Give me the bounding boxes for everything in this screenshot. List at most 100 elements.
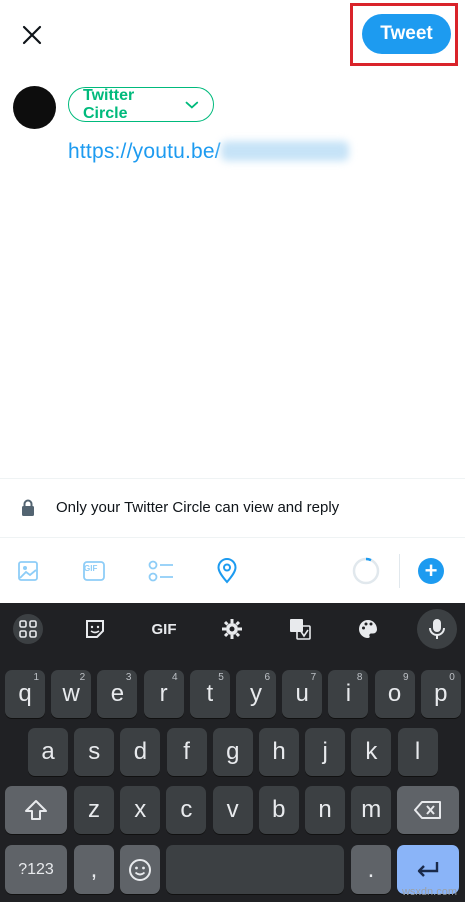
key-e[interactable]: e3 — [97, 670, 138, 718]
key-i[interactable]: i8 — [328, 670, 369, 718]
location-button[interactable] — [212, 556, 242, 586]
key-number-hint: 6 — [264, 672, 270, 683]
key-f[interactable]: f — [166, 728, 207, 776]
shift-icon — [25, 800, 47, 820]
key-x[interactable]: x — [120, 786, 161, 834]
gif-button[interactable]: GIF — [79, 556, 109, 586]
key-label: e — [110, 680, 125, 707]
backspace-key[interactable] — [397, 786, 459, 834]
key-s[interactable]: s — [74, 728, 115, 776]
key-number-hint: 8 — [356, 672, 363, 683]
gif-label: GIF — [84, 564, 98, 573]
media-button[interactable] — [13, 556, 43, 586]
key-label: c — [180, 796, 193, 823]
redacted-link-part — [220, 141, 349, 161]
divider — [0, 537, 465, 538]
key-label: o — [387, 680, 402, 707]
close-icon — [22, 25, 42, 45]
key-label: v — [226, 796, 239, 823]
key-u[interactable]: u7 — [282, 670, 323, 718]
key-label: z — [88, 796, 100, 823]
poll-button[interactable] — [146, 556, 176, 586]
key-number-hint: 3 — [125, 672, 132, 683]
comma-key[interactable]: , — [74, 845, 114, 894]
key-q[interactable]: q1 — [5, 670, 45, 718]
reply-setting-bar[interactable]: Only your Twitter Circle can view and re… — [0, 479, 465, 536]
key-label: r — [159, 680, 168, 707]
key-label: k — [365, 738, 378, 765]
lock-icon — [22, 499, 34, 516]
period-key[interactable]: . — [351, 845, 391, 894]
key-label: x — [134, 796, 147, 823]
key-d[interactable]: d — [120, 728, 161, 776]
translate-icon — [290, 619, 311, 640]
key-j[interactable]: j — [305, 728, 346, 776]
backspace-icon — [414, 801, 441, 819]
voice-input-button[interactable] — [417, 609, 457, 649]
key-label: w — [62, 680, 80, 707]
audience-selector[interactable]: Twitter Circle — [68, 87, 214, 122]
key-h[interactable]: h — [259, 728, 299, 776]
key-n[interactable]: n — [305, 786, 345, 834]
shift-key[interactable] — [5, 786, 67, 834]
translate-button[interactable] — [286, 615, 314, 643]
key-r[interactable]: r4 — [143, 670, 184, 718]
enter-icon — [417, 861, 439, 877]
key-label: p — [434, 680, 448, 707]
key-number-hint: 1 — [33, 672, 39, 683]
key-label: l — [414, 738, 421, 765]
key-k[interactable]: k — [351, 728, 392, 776]
keyboard-settings-button[interactable] — [218, 615, 246, 643]
progress-ring-icon — [352, 557, 380, 585]
key-v[interactable]: v — [212, 786, 253, 834]
key-w[interactable]: w2 — [51, 670, 92, 718]
key-label: n — [318, 796, 332, 823]
key-o[interactable]: o9 — [374, 670, 415, 718]
key-label: u — [295, 680, 309, 707]
key-label: d — [133, 738, 148, 765]
key-t[interactable]: t5 — [189, 670, 230, 718]
key-g[interactable]: g — [212, 728, 253, 776]
symbols-key[interactable]: ?123 — [5, 845, 67, 894]
keyboard-menu-button[interactable] — [13, 614, 43, 644]
image-icon — [18, 561, 38, 581]
key-label: s — [88, 738, 101, 765]
key-a[interactable]: a — [28, 728, 68, 776]
close-button[interactable] — [14, 17, 50, 53]
chevron-down-icon — [185, 101, 199, 109]
tweet-text-input[interactable]: https://youtu.be/ — [68, 140, 349, 164]
key-l[interactable]: l — [397, 728, 438, 776]
key-label: m — [361, 796, 382, 823]
theme-button[interactable] — [354, 615, 382, 643]
keyboard-gif-button[interactable]: GIF — [148, 615, 180, 643]
keyboard: GIF ?123 , . wsxdn.com q1w2e3r4t5y6u7i8o… — [0, 603, 465, 902]
emoji-key[interactable] — [120, 845, 160, 894]
character-counter — [350, 555, 382, 587]
key-label: b — [272, 796, 286, 823]
space-key[interactable] — [166, 845, 344, 894]
sticker-button[interactable] — [81, 615, 109, 643]
emoji-icon — [129, 858, 151, 881]
key-m[interactable]: m — [351, 786, 392, 834]
avatar[interactable] — [13, 86, 56, 129]
key-number-hint: 4 — [172, 672, 178, 683]
key-label: h — [272, 738, 286, 765]
key-label: j — [322, 738, 328, 765]
key-z[interactable]: z — [74, 786, 114, 834]
key-label: t — [206, 680, 214, 707]
tweet-button[interactable]: Tweet — [362, 14, 451, 54]
poll-icon — [148, 560, 173, 582]
reply-setting-text: Only your Twitter Circle can view and re… — [56, 499, 340, 516]
key-number-hint: 0 — [449, 672, 455, 683]
key-y[interactable]: y6 — [236, 670, 276, 718]
microphone-icon — [429, 619, 445, 639]
key-number-hint: 5 — [218, 672, 224, 683]
add-tweet-button[interactable]: + — [418, 558, 444, 584]
key-c[interactable]: c — [166, 786, 207, 834]
key-b[interactable]: b — [258, 786, 299, 834]
key-label: f — [183, 738, 190, 765]
audience-label: Twitter Circle — [83, 86, 135, 122]
key-number-hint: 2 — [79, 672, 86, 683]
key-p[interactable]: p0 — [420, 670, 461, 718]
palette-icon — [359, 620, 377, 638]
